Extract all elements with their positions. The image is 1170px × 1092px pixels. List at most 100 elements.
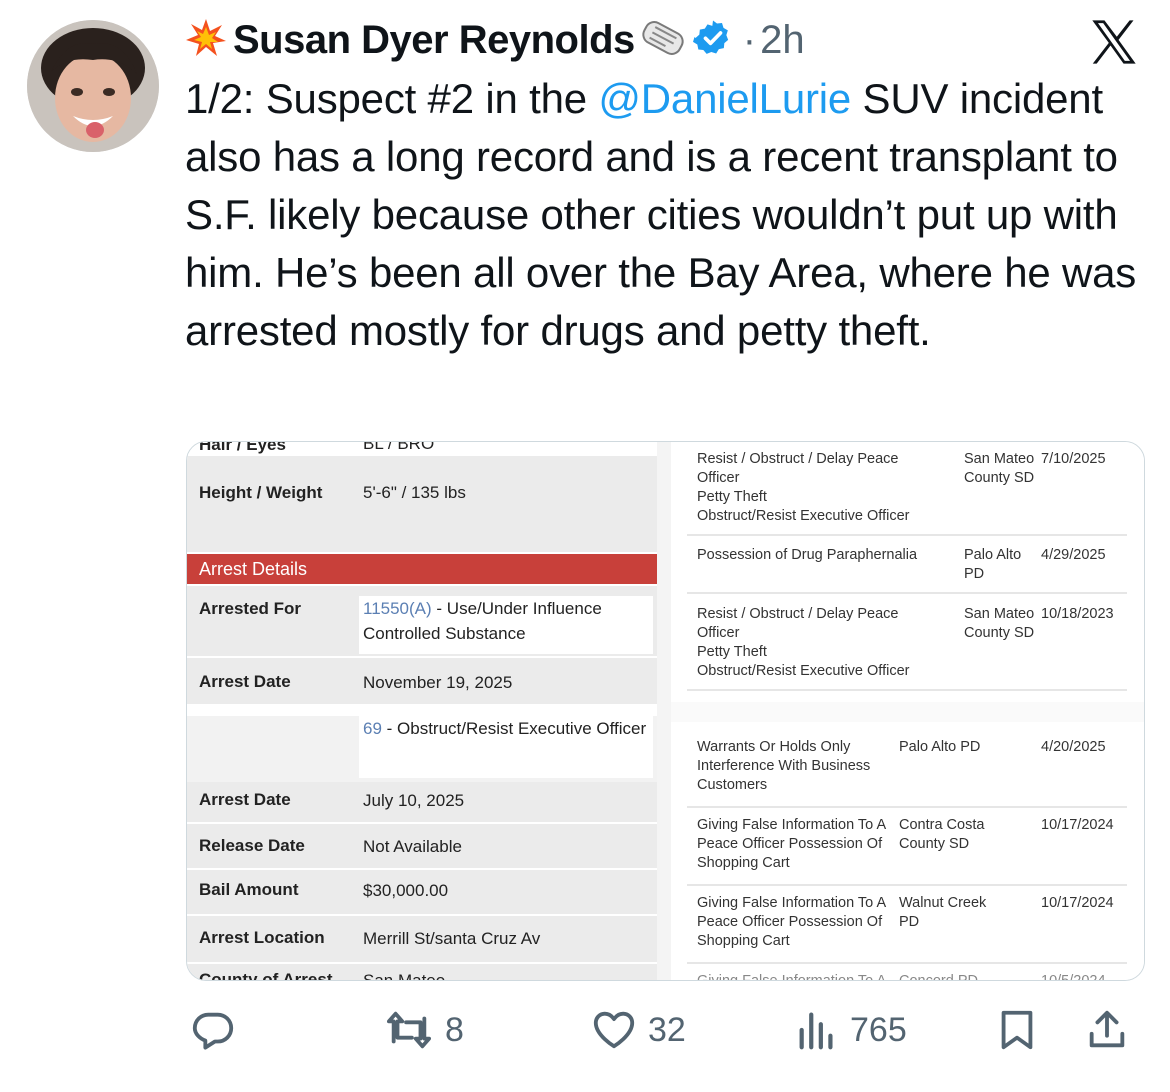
tweet-media-image[interactable]: Hair / Eyes BL / BRO Height / Weight 5'-…	[186, 441, 1145, 981]
like-count: 32	[648, 1010, 686, 1049]
arrest-date2-row: Arrest Date July 10, 2025	[187, 782, 657, 822]
history-row: Giving False Information To A Peace Offi…	[671, 894, 1131, 956]
arrest-record-left-panel: Hair / Eyes BL / BRO Height / Weight 5'-…	[187, 442, 657, 980]
image-splice-gap	[187, 706, 657, 716]
charge-code-link[interactable]: 11550(A)	[363, 599, 432, 618]
bail-amount-label: Bail Amount	[199, 880, 299, 899]
history-agency: San Mateo County SD	[964, 606, 1035, 641]
verified-badge-icon[interactable]	[692, 18, 733, 63]
height-weight-row: Height / Weight 5'-6" / 135 lbs	[187, 456, 657, 552]
bail-amount-value: $30,000.00	[363, 881, 449, 900]
history-row: Possession of Drug Paraphernalia Palo Al…	[671, 546, 1131, 596]
collision-emoji	[185, 17, 227, 64]
mention-link[interactable]: @DanielLurie	[598, 75, 851, 122]
row-separator	[687, 534, 1127, 536]
arrested-for-label: Arrested For	[199, 599, 302, 618]
like-icon	[590, 1007, 638, 1053]
history-charges: Giving False Information To A Peace Offi…	[697, 895, 886, 949]
history-agency: Palo Alto PD	[964, 547, 1022, 582]
charge2-value: 69 - Obstruct/Resist Executive Officer	[359, 716, 653, 778]
arrest-date2-value: July 10, 2025	[363, 791, 465, 810]
like-button[interactable]: 32	[590, 1002, 686, 1058]
row-separator	[687, 592, 1127, 594]
arrest-date-label: Arrest Date	[199, 672, 291, 691]
history-row-cutoff: Giving False Information To A Concord PD…	[671, 972, 1131, 980]
tweet-text-prefix: 1/2: Suspect #2 in the	[185, 75, 599, 122]
hair-eyes-value: BL / BRO	[363, 441, 435, 453]
row-separator	[687, 962, 1127, 964]
bookmark-icon	[994, 1007, 1040, 1053]
history-date: 10/17/2024	[1041, 817, 1114, 833]
county-value: San Mateo	[363, 971, 446, 981]
history-row: Resist / Obstruct / Delay Peace Officer …	[671, 605, 1131, 689]
tweet-text: 1/2: Suspect #2 in the @DanielLurie SUV …	[185, 70, 1150, 360]
history-date: 4/29/2025	[1041, 547, 1106, 563]
arrest-date2-label: Arrest Date	[199, 790, 291, 809]
height-weight-label: Height / Weight	[199, 483, 323, 502]
avatar[interactable]	[27, 20, 159, 152]
author-name[interactable]: Susan Dyer Reynolds	[233, 18, 635, 63]
share-icon	[1084, 1007, 1130, 1053]
history-agency: Palo Alto PD	[899, 739, 981, 755]
timestamp[interactable]: 2h	[760, 18, 805, 63]
arrest-location-row: Arrest Location Merrill St/santa Cruz Av	[187, 916, 657, 962]
views-button[interactable]: 765	[794, 1002, 907, 1058]
history-date: 4/20/2025	[1041, 739, 1106, 755]
history-date: 10/18/2023	[1041, 606, 1114, 622]
arrest-location-value: Merrill St/santa Cruz Av	[363, 929, 541, 948]
share-button[interactable]	[1084, 1002, 1130, 1058]
x-logo-icon[interactable]	[1088, 16, 1140, 68]
height-weight-value: 5'-6" / 135 lbs	[363, 483, 466, 502]
history-agency: Walnut Creek PD	[899, 895, 987, 930]
county-label: County of Arrest	[199, 970, 333, 981]
release-date-row: Release Date Not Available	[187, 824, 657, 868]
history-row: Giving False Information To A Peace Offi…	[671, 816, 1131, 878]
arrested-for-value: 11550(A) - Use/Under Influence Controlle…	[359, 596, 653, 654]
retweet-icon	[383, 1007, 435, 1053]
reply-button[interactable]	[190, 1002, 246, 1058]
arrest-history-right-panel: Resist / Obstruct / Delay Peace Officer …	[671, 442, 1144, 980]
bookmark-button[interactable]	[994, 1002, 1040, 1058]
history-agency: Contra Costa County SD	[899, 817, 985, 852]
history-charges: Giving False Information To A	[697, 972, 922, 980]
history-date: 10/5/2024	[1041, 972, 1131, 980]
county-row: County of Arrest San Mateo	[187, 964, 657, 981]
history-charges: Possession of Drug Paraphernalia	[697, 547, 918, 563]
retweet-button[interactable]: 8	[383, 1002, 464, 1058]
history-charges: Resist / Obstruct / Delay Peace Officer …	[697, 606, 910, 679]
history-date: 10/17/2024	[1041, 895, 1114, 911]
history-row: Warrants Or Holds Only Interference With…	[671, 738, 1131, 802]
charge2-row: 69 - Obstruct/Resist Executive Officer	[187, 716, 657, 782]
history-agency: Concord PD	[899, 972, 1009, 980]
retweet-count: 8	[445, 1010, 464, 1049]
history-row: Resist / Obstruct / Delay Peace Officer …	[671, 450, 1131, 534]
charge2-code-link[interactable]: 69	[363, 719, 382, 738]
tweet-header: Susan Dyer Reynolds · 2h	[185, 14, 805, 66]
arrest-details-header: Arrest Details	[187, 554, 657, 584]
arrest-location-label: Arrest Location	[199, 928, 325, 947]
history-charges: Giving False Information To A Peace Offi…	[697, 817, 886, 871]
image-splice-gap	[671, 702, 1144, 722]
hair-eyes-row: Hair / Eyes BL / BRO	[187, 441, 657, 455]
views-count: 765	[850, 1010, 907, 1049]
newspaper-emoji	[637, 17, 689, 64]
release-date-label: Release Date	[199, 836, 305, 855]
reply-icon	[190, 1007, 236, 1053]
panel-divider	[657, 442, 671, 980]
header-separator: ·	[742, 17, 757, 62]
arrested-for-row: Arrested For 11550(A) - Use/Under Influe…	[187, 586, 657, 656]
row-separator	[687, 806, 1127, 808]
arrest-date-row: Arrest Date November 19, 2025	[187, 658, 657, 704]
row-separator	[687, 689, 1127, 691]
history-charges: Warrants Or Holds Only Interference With…	[697, 739, 871, 793]
bail-amount-row: Bail Amount $30,000.00	[187, 870, 657, 914]
charge2-description: - Obstruct/Resist Executive Officer	[381, 719, 647, 738]
history-charges: Resist / Obstruct / Delay Peace Officer …	[697, 451, 910, 524]
history-date: 7/10/2025	[1041, 451, 1106, 467]
row-separator	[687, 884, 1127, 886]
history-agency: San Mateo County SD	[964, 451, 1035, 486]
arrest-date-value: November 19, 2025	[363, 673, 513, 692]
hair-eyes-label: Hair / Eyes	[199, 441, 286, 454]
release-date-value: Not Available	[363, 837, 462, 856]
views-icon	[794, 1007, 840, 1053]
